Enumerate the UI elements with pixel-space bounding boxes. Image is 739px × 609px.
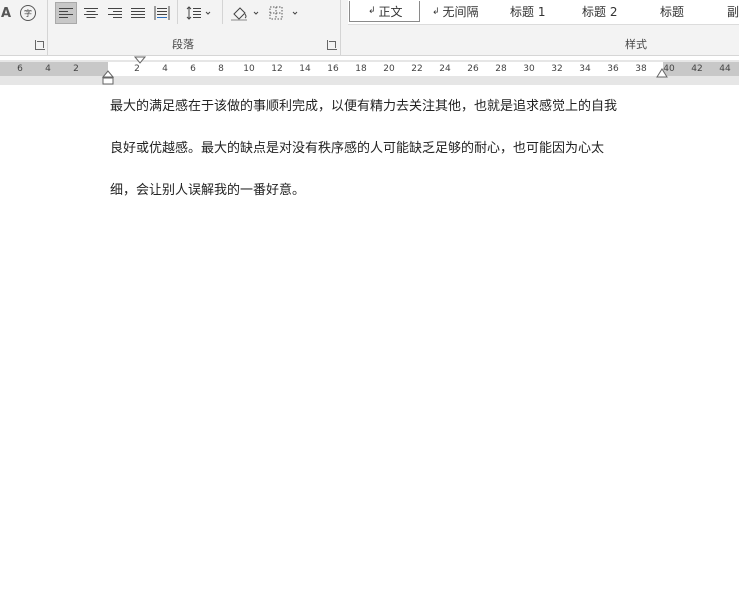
- document-line-1: 最大的满足感在于该做的事顺利完成，以便有精力去关注其他，也就是追求感觉上的自我: [110, 99, 618, 114]
- align-left-icon: [59, 8, 73, 18]
- group-separator: [340, 0, 341, 55]
- distributed-icon: [154, 6, 170, 20]
- style-heading-1[interactable]: 标题 1: [510, 1, 545, 22]
- style-label: 标题 1: [510, 5, 546, 19]
- font-dialog-launcher-icon[interactable]: [35, 40, 45, 50]
- styles-gallery: ↲ 正文 ↲ 无间隔 标题 1 标题 2 标题 副: [348, 0, 739, 25]
- ruler-tick-label: 30: [523, 64, 535, 74]
- justify-button[interactable]: [127, 2, 149, 24]
- paragraph-mark-icon: ↲: [432, 6, 440, 17]
- ruler-tick-label: 34: [579, 64, 591, 74]
- ruler-tick-label: 2: [73, 64, 79, 74]
- ruler-tick-label: 22: [411, 64, 423, 74]
- style-heading-2[interactable]: 标题 2: [582, 1, 617, 22]
- ruler-tick-label: 6: [17, 64, 23, 74]
- ruler-tick-label: 36: [607, 64, 619, 74]
- align-right-button[interactable]: [104, 2, 126, 24]
- ruler-tick-label: 20: [383, 64, 395, 74]
- ruler-tick-label: 8: [218, 64, 224, 74]
- style-label: 副: [727, 5, 739, 19]
- style-label: 无间隔: [442, 5, 479, 19]
- align-left-button[interactable]: [55, 2, 77, 24]
- group-separator: [47, 24, 48, 55]
- distributed-button[interactable]: [151, 2, 173, 24]
- ruler-tick-label: 38: [635, 64, 647, 74]
- phonetic-guide-glyph: 字: [20, 5, 36, 21]
- justify-icon: [131, 8, 145, 18]
- ruler-tick-label: 44: [719, 64, 731, 74]
- ruler-tick-label: 42: [691, 64, 703, 74]
- style-label: 正文: [378, 4, 403, 19]
- paragraph-mark-icon: ↲: [368, 6, 376, 16]
- ruler-tick-label: 32: [551, 64, 563, 74]
- first-line-indent-marker-icon[interactable]: [134, 56, 146, 64]
- align-right-icon: [108, 8, 122, 18]
- group-separator: [222, 0, 223, 24]
- ruler-tick-label: 4: [45, 64, 51, 74]
- right-indent-marker-icon[interactable]: [656, 68, 668, 78]
- borders-icon: [269, 6, 298, 20]
- ruler-tick-label: 12: [271, 64, 283, 74]
- ruler-tick-label: 26: [467, 64, 479, 74]
- phonetic-guide-icon[interactable]: 字: [19, 4, 37, 22]
- ruler-tick-label: 14: [299, 64, 311, 74]
- style-label: 标题 2: [582, 5, 618, 19]
- ruler-tick-label: 28: [495, 64, 507, 74]
- ribbon: A 字 段落 样式 ↲ 正文 ↲ 无间隔 标题 1 标题 2 标题 副: [0, 0, 739, 56]
- ruler-tick-label: 16: [327, 64, 339, 74]
- document-line-3: 细，会让别人误解我的一番好意。: [110, 183, 306, 198]
- line-spacing-button[interactable]: [183, 2, 215, 24]
- font-color-glyph: A: [0, 5, 12, 21]
- ruler-tick-label: 18: [355, 64, 367, 74]
- style-title[interactable]: 标题: [660, 1, 684, 22]
- paragraph-dialog-launcher-icon[interactable]: [327, 40, 337, 50]
- style-label: 标题: [660, 5, 685, 19]
- align-center-icon: [84, 8, 98, 18]
- align-center-button[interactable]: [80, 2, 102, 24]
- style-normal[interactable]: ↲ 正文: [349, 1, 420, 22]
- paragraph-group-label: 段落: [172, 38, 194, 51]
- style-subtitle[interactable]: 副: [727, 1, 739, 22]
- ruler-tick-label: 6: [190, 64, 196, 74]
- shading-icon: [231, 7, 259, 21]
- style-no-spacing[interactable]: ↲ 无间隔: [432, 1, 479, 22]
- ruler-tick-label: 4: [162, 64, 168, 74]
- group-separator: [177, 0, 178, 24]
- line-spacing-icon: [186, 6, 211, 20]
- document-page[interactable]: [0, 85, 739, 609]
- ruler-tick-label: 2: [134, 64, 140, 74]
- borders-button[interactable]: [267, 2, 301, 24]
- font-color-icon[interactable]: A: [0, 4, 12, 22]
- document-line-2: 良好或优越感。最大的缺点是对没有秩序感的人可能缺乏足够的耐心，也可能因为心太: [110, 141, 605, 156]
- styles-group-label: 样式: [625, 38, 647, 51]
- hanging-indent-marker-icon[interactable]: [102, 70, 114, 85]
- ruler-tick-label: 10: [243, 64, 255, 74]
- shading-button[interactable]: [228, 2, 262, 24]
- ruler-tick-label: 24: [439, 64, 451, 74]
